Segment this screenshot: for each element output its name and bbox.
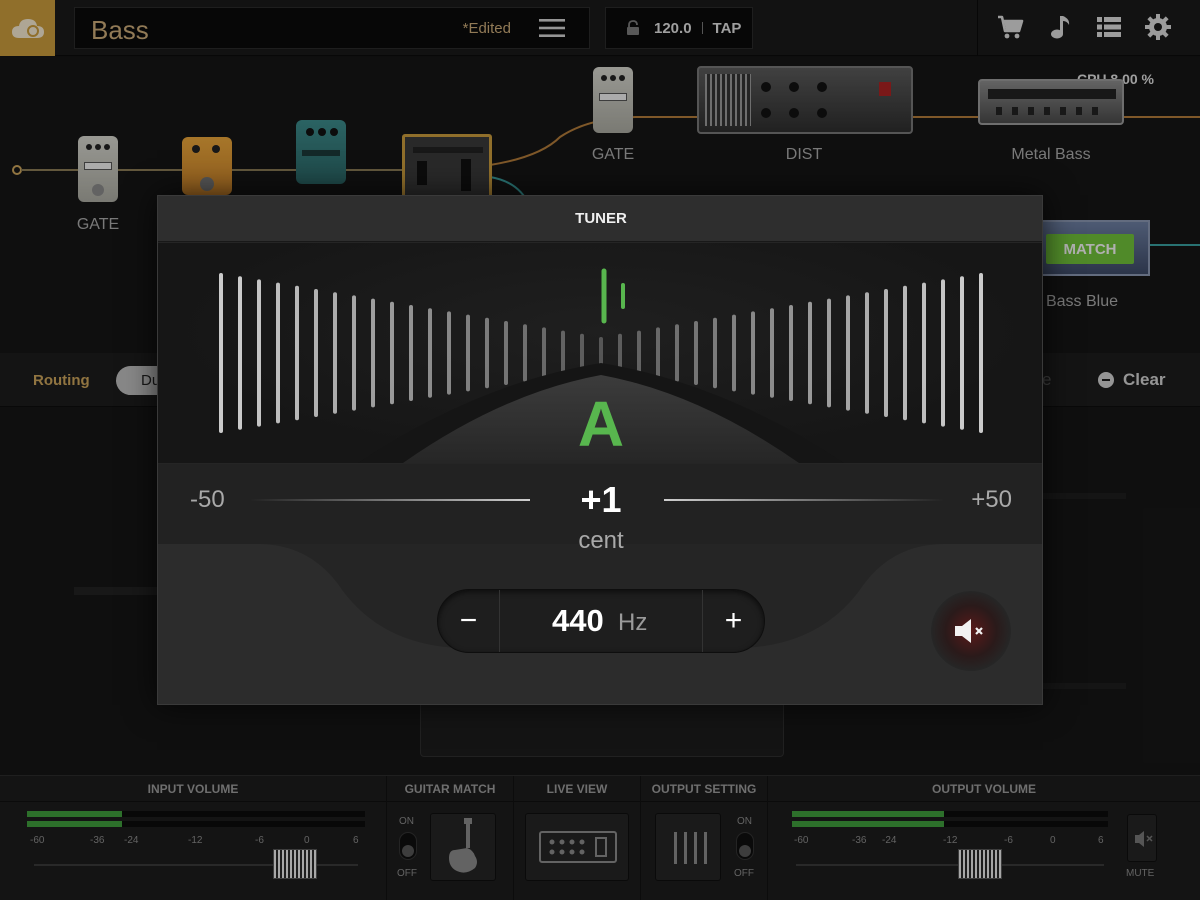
cents-line-right (664, 499, 944, 501)
cents-line-left (250, 499, 530, 501)
tuner-dialog: TUNER A -50 +1 cent +50 − 440 Hz + (157, 195, 1043, 705)
app-window: Bass *Edited 120.0 TAP 8.00 % GATE GATE … (0, 0, 1200, 900)
freq-increase-button[interactable]: + (702, 590, 764, 652)
tuner-display: A (158, 243, 1042, 463)
tuner-title: TUNER (575, 210, 627, 227)
cents-min-label: -50 (190, 486, 225, 513)
cents-value: +1 (580, 479, 622, 520)
cents-max-label: +50 (971, 486, 1012, 513)
tuner-mute-button[interactable] (931, 591, 1011, 671)
freq-decrease-button[interactable]: − (438, 590, 500, 652)
tuner-header: TUNER (158, 196, 1042, 242)
reference-frequency-area: − 440 Hz + (158, 544, 1042, 704)
freq-value: 440 (552, 603, 604, 638)
detected-note: A (577, 388, 625, 460)
cents-readout: -50 +1 cent +50 (158, 464, 1042, 554)
speaker-mute-icon (955, 619, 983, 643)
reference-frequency-control: − 440 Hz + (437, 589, 765, 653)
freq-unit: Hz (618, 609, 648, 636)
